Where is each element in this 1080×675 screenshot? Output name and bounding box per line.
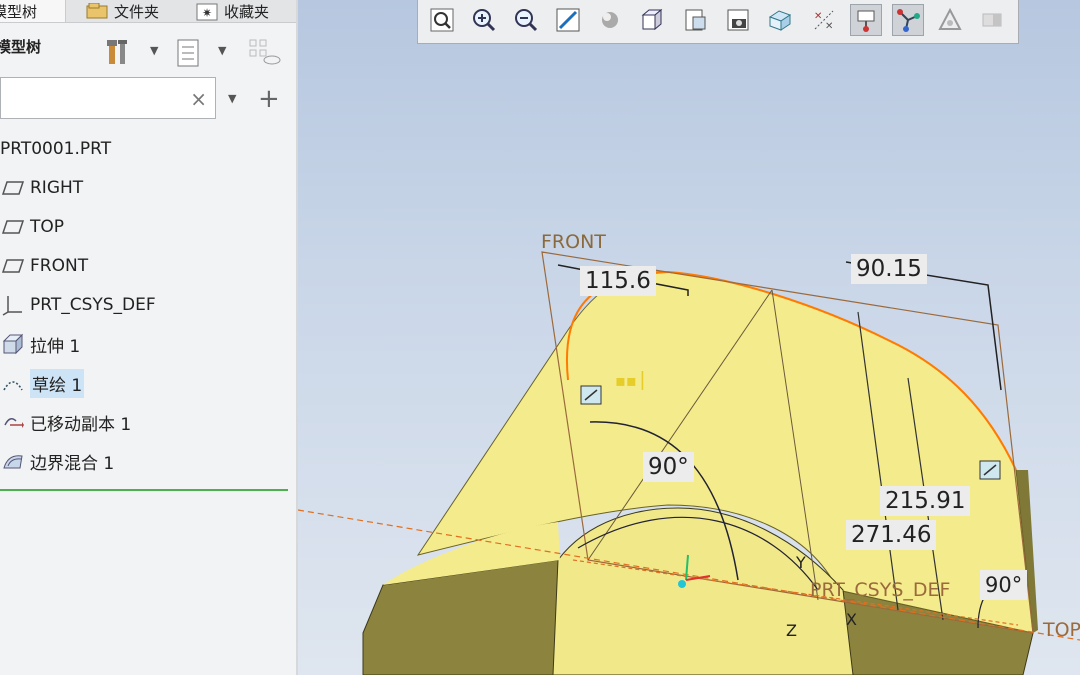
sketch-view-icon[interactable] <box>976 4 1008 36</box>
extrude-icon <box>0 331 26 357</box>
svg-text:✕: ✕ <box>825 21 833 32</box>
svg-text:✷: ✷ <box>202 6 212 20</box>
search-input[interactable] <box>5 78 189 118</box>
chevron-down-icon[interactable]: ▼ <box>218 44 226 57</box>
tree-node-extrude[interactable]: 拉伸 1 <box>0 327 80 361</box>
spin-center-icon[interactable] <box>892 4 924 36</box>
dimension-angle-90-right[interactable]: 90° <box>980 570 1028 600</box>
zoom-in-icon[interactable] <box>468 4 500 36</box>
display-style-icon[interactable] <box>594 4 626 36</box>
zoom-out-icon[interactable] <box>510 4 542 36</box>
dimension-90-15[interactable]: 90.15 <box>851 254 927 284</box>
appearance-icon[interactable] <box>934 4 966 36</box>
perspective-icon[interactable] <box>722 4 754 36</box>
favorites-icon: ✷ <box>196 3 218 21</box>
tree-node-csys[interactable]: PRT_CSYS_DEF <box>0 288 156 322</box>
tree-node-part[interactable]: PRT0001.PRT <box>0 132 111 166</box>
boundary-blend-icon <box>0 448 26 474</box>
dimension-215-91[interactable]: 215.91 <box>880 486 971 516</box>
graphics-viewport[interactable]: ▪▪ ▏ FRONT TOP PRT_CSYS_DEF X Y Z 115.6 … <box>298 0 1080 675</box>
tree-node-sketch[interactable]: 草绘 1 <box>0 366 85 400</box>
tree-node-top[interactable]: TOP <box>0 210 64 244</box>
settings-tools-icon[interactable] <box>106 38 132 68</box>
show-columns-icon[interactable] <box>176 38 202 68</box>
sketch-icon <box>0 370 26 396</box>
annotation-display-icon[interactable] <box>850 4 882 36</box>
tab-model-tree[interactable]: 模型树 <box>0 0 66 22</box>
graphics-toolbar: ✕ ✕ <box>417 0 1019 44</box>
saved-orientations-icon[interactable] <box>636 4 668 36</box>
datum-plane-icon <box>0 214 26 240</box>
insert-indicator[interactable] <box>0 489 288 491</box>
panel-title: 模型树 <box>0 38 42 56</box>
tree-node-moved-copy[interactable]: 已移动副本 1 <box>0 405 131 439</box>
refit-icon[interactable] <box>426 4 458 36</box>
view-manager-icon[interactable] <box>680 4 712 36</box>
top-plane-label[interactable]: TOP <box>1042 619 1080 641</box>
datum-plane-icon <box>0 253 26 279</box>
dimension-angle-90[interactable]: 90° <box>643 452 694 482</box>
chevron-down-icon[interactable]: ▼ <box>228 92 236 105</box>
tree-node-front[interactable]: FRONT <box>0 249 88 283</box>
tree-node-boundary-blend[interactable]: 边界混合 1 <box>0 444 114 478</box>
coordinate-system-icon <box>0 292 26 318</box>
weak-dim-marker: ▪▪ ▏ <box>615 370 654 390</box>
folder-icon <box>86 2 108 19</box>
filter-display-icon[interactable] <box>248 38 281 68</box>
csys-origin <box>678 580 686 588</box>
tree-node-right[interactable]: RIGHT <box>0 171 83 205</box>
datum-display-icon[interactable]: ✕ ✕ <box>808 4 840 36</box>
add-icon[interactable]: + <box>258 84 280 114</box>
tab-favorites[interactable]: ✷ 收藏夹 <box>190 0 296 22</box>
tab-folder[interactable]: 文件夹 <box>80 0 184 22</box>
datum-plane-icon <box>0 175 26 201</box>
chevron-down-icon[interactable]: ▼ <box>150 44 158 57</box>
section-icon[interactable] <box>764 4 796 36</box>
panel-tabs: 模型树 文件夹 ✷ 收藏夹 <box>0 0 296 23</box>
clear-icon[interactable]: × <box>190 87 207 111</box>
model-canvas[interactable]: ▪▪ ▏ FRONT TOP PRT_CSYS_DEF X Y Z <box>298 0 1080 675</box>
tree-search-field[interactable]: × <box>0 77 216 119</box>
x-axis-label: X <box>846 610 857 629</box>
dimension-115-6[interactable]: 115.6 <box>580 266 656 296</box>
front-plane-label[interactable]: FRONT <box>541 231 606 253</box>
z-axis-label: Z <box>786 621 797 640</box>
model-tree-panel: 模型树 文件夹 ✷ 收藏夹 模型树 ▼ ▼ × ▼ + PRT0001.PRT <box>0 0 298 675</box>
csys-label[interactable]: PRT_CSYS_DEF <box>810 579 950 601</box>
repaint-icon[interactable] <box>552 4 584 36</box>
dimension-271-46[interactable]: 271.46 <box>846 520 937 550</box>
svg-text:✕: ✕ <box>814 11 822 22</box>
moved-copy-icon <box>0 409 26 435</box>
y-axis-label: Y <box>795 553 806 572</box>
